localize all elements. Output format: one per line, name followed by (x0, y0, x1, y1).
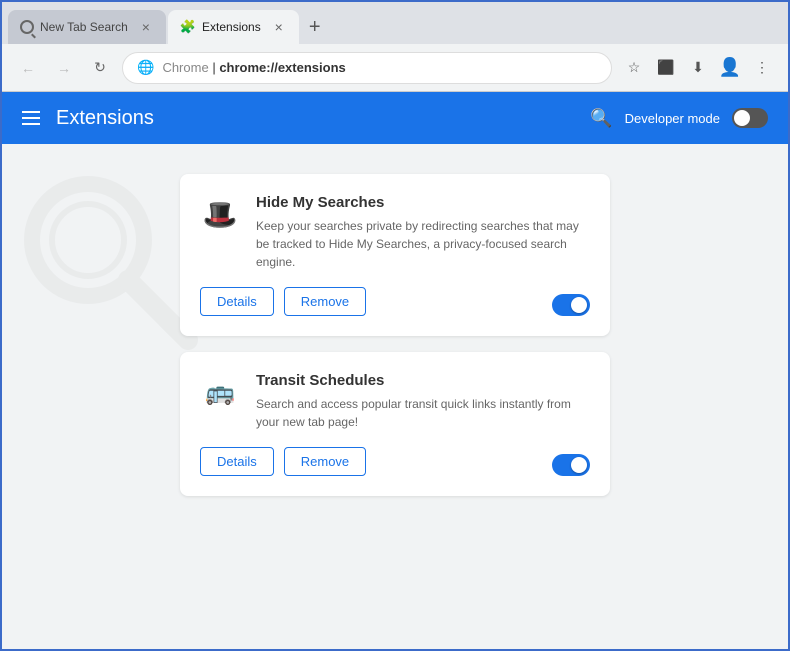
card-bottom-1: Details Remove (200, 287, 590, 316)
tab-new-tab-search[interactable]: New Tab Search × (8, 10, 166, 44)
developer-mode-label: Developer mode (625, 111, 720, 126)
menu-icon: ⋮ (755, 59, 769, 76)
ext-description-2: Search and access popular transit quick … (256, 395, 590, 431)
card-top-2: 🚌 Transit Schedules Search and access po… (200, 372, 590, 431)
profile-icon: 👤 (719, 57, 741, 78)
toggle-thumb-1 (571, 297, 587, 313)
details-button-1[interactable]: Details (200, 287, 274, 316)
profile-button[interactable]: 👤 (716, 54, 744, 82)
developer-mode-toggle[interactable] (732, 108, 768, 128)
tab-close-2[interactable]: × (271, 19, 287, 35)
extensions-list: 🎩 Hide My Searches Keep your searches pr… (180, 174, 610, 496)
tab-label-2: Extensions (202, 20, 261, 34)
globe-icon: 🌐 (137, 59, 154, 76)
extension-icon-1: 🎩 (200, 194, 240, 234)
forward-icon: → (57, 60, 71, 76)
bookmark-icon: ☆ (628, 59, 641, 76)
forward-button[interactable]: → (50, 54, 78, 82)
puzzle-tab-icon: 🧩 (180, 19, 196, 35)
hamburger-line3 (22, 123, 40, 125)
ext-info-2: Transit Schedules Search and access popu… (256, 372, 590, 431)
ext-info-1: Hide My Searches Keep your searches priv… (256, 194, 590, 271)
extensions-toolbar-button[interactable]: ⬛ (652, 54, 680, 82)
ext-name-1: Hide My Searches (256, 194, 590, 211)
extension-card-2: 🚌 Transit Schedules Search and access po… (180, 352, 610, 496)
details-button-2[interactable]: Details (200, 447, 274, 476)
remove-button-1[interactable]: Remove (284, 287, 366, 316)
hamburger-menu[interactable] (22, 111, 40, 125)
card-bottom-2: Details Remove (200, 447, 590, 476)
menu-button[interactable]: ⋮ (748, 54, 776, 82)
toggle-thumb (734, 110, 750, 126)
toggle-wrap-2[interactable] (552, 454, 590, 476)
extension-card-1: 🎩 Hide My Searches Keep your searches pr… (180, 174, 610, 336)
extension-icon-2: 🚌 (200, 372, 240, 412)
download-button[interactable]: ⬇ (684, 54, 712, 82)
tab-extensions[interactable]: 🧩 Extensions × (168, 10, 299, 44)
header-left: Extensions (22, 107, 154, 130)
toggle-wrap-1[interactable] (552, 294, 590, 316)
back-icon: ← (21, 60, 35, 76)
tab-bar: New Tab Search × 🧩 Extensions × + (2, 2, 788, 44)
browser-window: New Tab Search × 🧩 Extensions × + ← → ↻ … (0, 0, 790, 651)
card-top-1: 🎩 Hide My Searches Keep your searches pr… (200, 194, 590, 271)
extensions-header: Extensions 🔍 Developer mode (2, 92, 788, 144)
extensions-icon: ⬛ (657, 59, 674, 76)
address-input[interactable]: 🌐 Chrome | chrome://extensions (122, 52, 612, 84)
main-content: rish_om 🎩 Hide My Searches Keep your sea… (2, 144, 788, 649)
refresh-button[interactable]: ↻ (86, 54, 114, 82)
download-icon: ⬇ (692, 59, 704, 76)
new-tab-button[interactable]: + (301, 13, 329, 41)
page-title: Extensions (56, 107, 154, 130)
toggle-thumb-2 (571, 457, 587, 473)
toolbar-icons: ☆ ⬛ ⬇ 👤 ⋮ (620, 54, 776, 82)
back-button[interactable]: ← (14, 54, 42, 82)
header-right: 🔍 Developer mode (590, 108, 768, 129)
ext-name-2: Transit Schedules (256, 372, 590, 389)
ext-description-1: Keep your searches private by redirectin… (256, 217, 590, 271)
address-text: Chrome | chrome://extensions (162, 60, 597, 75)
tab-close-1[interactable]: × (138, 19, 154, 35)
hamburger-line1 (22, 111, 40, 113)
remove-button-2[interactable]: Remove (284, 447, 366, 476)
refresh-icon: ↻ (94, 59, 106, 76)
hamburger-line2 (22, 117, 40, 119)
ext-toggle-1[interactable] (552, 294, 590, 316)
tab-label-1: New Tab Search (40, 20, 128, 34)
address-bar: ← → ↻ 🌐 Chrome | chrome://extensions ☆ ⬛ (2, 44, 788, 92)
ext-toggle-2[interactable] (552, 454, 590, 476)
header-search-icon[interactable]: 🔍 (590, 108, 612, 129)
bookmark-button[interactable]: ☆ (620, 54, 648, 82)
search-tab-icon (20, 20, 34, 34)
